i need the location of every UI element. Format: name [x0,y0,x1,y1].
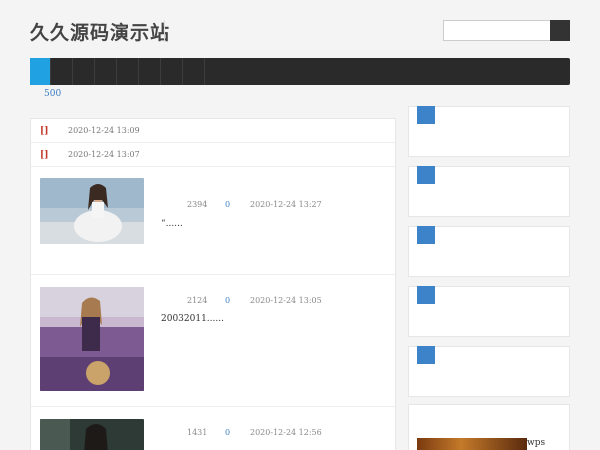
sidebar-widget [408,106,570,157]
article-count: 500 [44,89,62,99]
nav-item-4[interactable] [117,58,139,85]
widget-badge-icon [417,226,435,244]
post-thumbnail-image[interactable] [40,419,144,450]
nav-item-home[interactable] [30,58,51,85]
post-excerpt: “...... [161,219,183,229]
nav-item-7[interactable] [183,58,205,85]
site-logo[interactable]: 久久源码演示站 [30,18,170,45]
sidebar-widget-featured: wps [408,404,570,450]
notice-row[interactable]: [] 2020-12-24 13:07 [31,143,395,167]
sidebar-widget [408,226,570,277]
widget-badge-icon [417,106,435,124]
sidebar-widget [408,166,570,217]
logo-divider [164,20,165,42]
notice-tag: [] [40,125,49,136]
widget-badge-icon [417,286,435,304]
post-thumbnail-image[interactable] [40,287,144,391]
post-excerpt: 20032011...... [161,314,224,324]
post-comments[interactable]: 0 [225,428,250,437]
post-date: 2020-12-24 13:05 [250,296,322,305]
notice-row[interactable]: [] 2020-12-24 13:09 [31,119,395,143]
post-item: 2124 0 2020-12-24 13:05 20032011...... [31,275,395,407]
nav-item-5[interactable] [139,58,161,85]
post-thumbnail-image[interactable] [40,178,144,244]
main-nav [30,58,570,85]
notice-date: 2020-12-24 13:07 [68,150,140,159]
notice-date: 2020-12-24 13:09 [68,126,140,135]
post-comments[interactable]: 0 [225,296,250,305]
post-date: 2020-12-24 13:27 [250,200,322,209]
post-list: [] 2020-12-24 13:09 [] 2020-12-24 13:07 … [30,118,396,450]
widget-badge-icon [417,346,435,364]
notice-tag: [] [40,149,49,160]
post-comments[interactable]: 0 [225,200,250,209]
post-meta: 2394 0 2020-12-24 13:27 [187,200,322,209]
nav-item-3[interactable] [95,58,117,85]
featured-thumbnail-image[interactable] [417,438,527,450]
sidebar-widget [408,346,570,397]
post-meta: 1431 0 2020-12-24 12:56 [187,428,322,437]
post-meta: 2124 0 2020-12-24 13:05 [187,296,322,305]
sidebar-widget [408,286,570,337]
post-views: 2124 [187,296,208,305]
nav-item-1[interactable] [51,58,73,85]
nav-item-2[interactable] [73,58,95,85]
widget-badge-icon [417,166,435,184]
post-item: 1431 0 2020-12-24 12:56 [31,407,395,450]
nav-item-6[interactable] [161,58,183,85]
post-item: 2394 0 2020-12-24 13:27 “...... [31,167,395,275]
post-views: 1431 [187,428,208,437]
search-button[interactable] [550,20,570,41]
post-date: 2020-12-24 12:56 [250,428,322,437]
featured-title[interactable]: wps [527,438,545,448]
search-input[interactable] [443,20,551,41]
post-views: 2394 [187,200,208,209]
